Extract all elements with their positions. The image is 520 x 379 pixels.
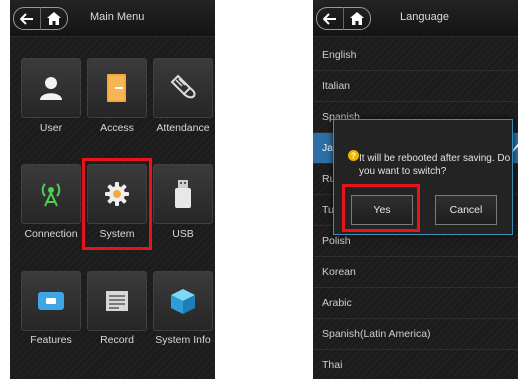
cube-icon [171,289,195,314]
antenna-icon [41,183,61,207]
home-button[interactable] [343,7,371,30]
nav-pill [13,7,73,30]
menu-label-user: User [39,122,63,134]
usb-drive-icon [175,180,191,208]
menu-tile-usb[interactable] [153,164,213,224]
menu-label-system-info: System Info [155,334,211,346]
language-item[interactable]: Spanish(Latin America) [313,319,518,350]
menu-label-attendance: Attendance [156,122,210,134]
menu-label-features: Features [30,334,72,346]
menu-tile-system-info[interactable] [153,271,213,331]
top-bar: Main Menu [10,0,215,37]
user-icon [40,77,62,100]
menu-tile-access[interactable] [87,58,147,118]
menu-label-usb: USB [172,228,194,240]
home-icon [350,12,364,25]
svg-text:?: ? [351,152,356,161]
language-item[interactable]: Thai [313,350,518,379]
back-arrow-icon [20,12,33,25]
language-screen: Language English Italian Spanish Ja Ru T… [313,0,518,379]
language-item[interactable]: Italian [313,71,518,102]
menu-tile-connection[interactable] [21,164,81,224]
menu-tile-attendance[interactable] [153,58,213,118]
menu-tile-features[interactable] [21,271,81,331]
page-title: Main Menu [90,11,145,23]
attendance-icon [170,74,196,99]
menu-tile-record[interactable] [87,271,147,331]
record-icon [106,291,128,311]
dialog-message: It will be rebooted after saving. Do you… [359,153,511,177]
main-menu-screen: Main Menu User Access Attendance Connect… [10,0,215,379]
back-button[interactable] [13,7,40,30]
menu-label-access: Access [100,122,134,134]
back-button[interactable] [316,7,343,30]
door-icon [107,74,126,102]
yes-highlight-box [342,184,420,232]
language-item[interactable]: Korean [313,257,518,288]
menu-label-record: Record [100,334,134,346]
home-icon [47,12,61,25]
card-icon [38,292,64,310]
system-highlight-box [82,158,152,250]
language-item[interactable]: Arabic [313,288,518,319]
page-title: Language [400,11,449,23]
nav-pill [316,7,376,30]
home-button[interactable] [40,7,68,30]
top-bar: Language [313,0,518,37]
question-icon: ? [348,150,359,161]
language-item[interactable]: English [313,40,518,71]
menu-label-connection: Connection [24,228,78,240]
menu-tile-user[interactable] [21,58,81,118]
cancel-button[interactable]: Cancel [435,195,497,225]
back-arrow-icon [323,12,336,25]
